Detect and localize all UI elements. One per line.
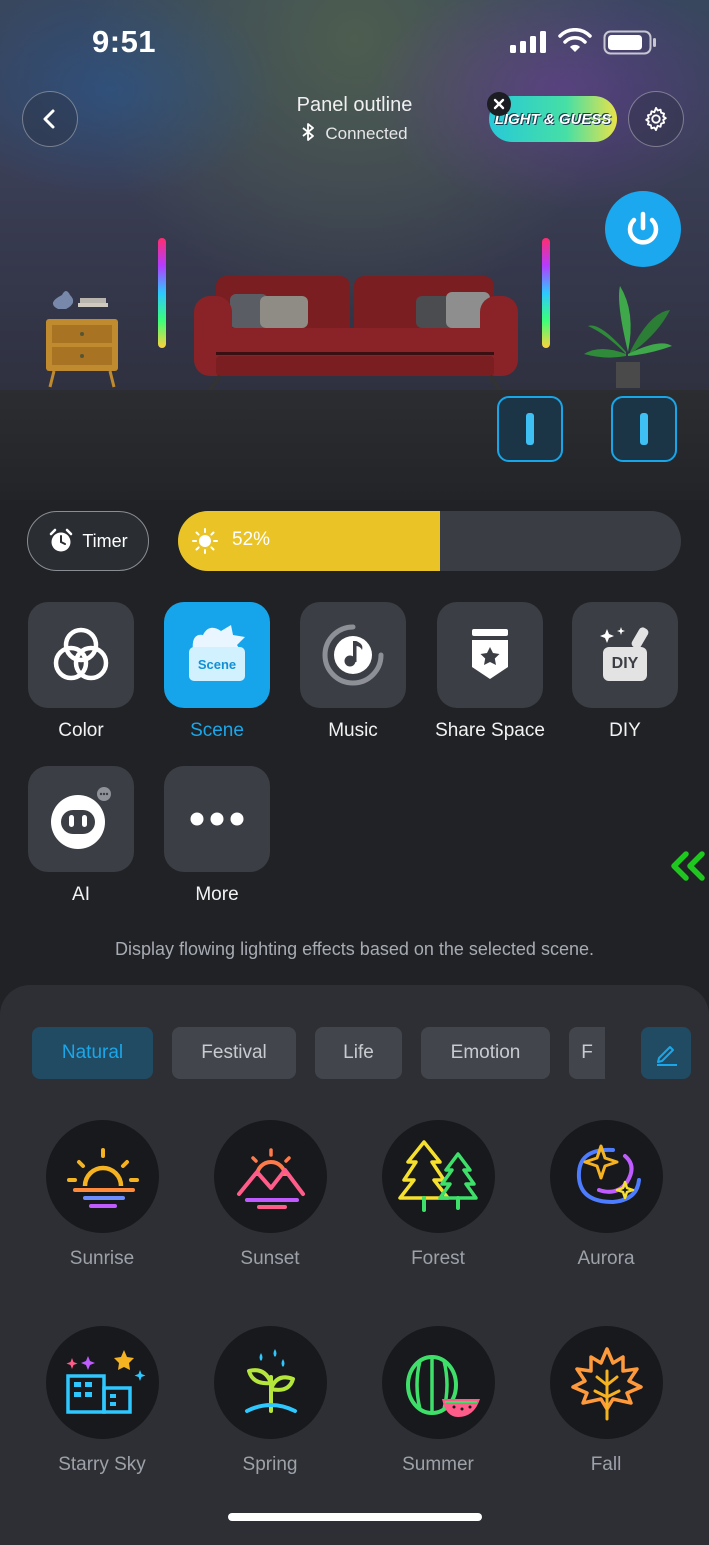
power-icon <box>627 211 659 245</box>
scene-sunrise-button[interactable] <box>46 1120 159 1233</box>
edit-tabs-button[interactable] <box>641 1027 691 1079</box>
mode-more-button[interactable] <box>164 766 270 872</box>
light-bar-right <box>542 238 550 348</box>
left-light-bar-toggle[interactable] <box>497 396 563 462</box>
timer-button[interactable]: Timer <box>27 511 149 571</box>
mode-share-space-button[interactable] <box>437 602 543 708</box>
share-space-icon <box>472 629 508 679</box>
timer-label: Timer <box>82 530 128 551</box>
scene-icon-text: Scene <box>189 647 245 681</box>
forest-icon <box>397 1139 478 1212</box>
battery-icon <box>603 30 656 55</box>
fall-icon <box>570 1346 643 1420</box>
side-table-illustration <box>46 291 118 388</box>
power-button[interactable] <box>605 191 681 267</box>
mode-scene-button[interactable]: Scene <box>164 602 270 708</box>
mode-music-label: Music <box>328 720 378 741</box>
scene-sunrise-label: Sunrise <box>69 1248 135 1269</box>
mode-ai-label: AI <box>72 884 90 905</box>
scene-fall-label: Fall <box>590 1454 622 1475</box>
gear-icon <box>645 106 667 132</box>
scene-forest-button[interactable] <box>382 1120 495 1233</box>
mode-music-button[interactable] <box>300 602 406 708</box>
sun-icon <box>192 528 218 554</box>
color-circles-icon <box>53 627 109 681</box>
collapse-arrow-icon[interactable] <box>668 850 708 884</box>
scene-icon: Scene <box>185 623 249 687</box>
pencil-icon <box>657 1046 677 1066</box>
sunrise-icon <box>66 1147 139 1208</box>
scene-spring-button[interactable] <box>214 1326 327 1439</box>
close-promo-button[interactable] <box>487 92 511 116</box>
mode-more-label: More <box>195 884 239 905</box>
plant-illustration <box>584 286 672 388</box>
scene-fall-button[interactable] <box>550 1326 663 1439</box>
tab-emotion[interactable]: Emotion <box>421 1027 550 1079</box>
mode-share-space-label: Share Space <box>435 720 545 741</box>
scene-forest-label: Forest <box>411 1248 465 1269</box>
alarm-clock-icon <box>50 528 73 552</box>
mode-scene-label: Scene <box>190 720 244 741</box>
scene-aurora-label: Aurora <box>577 1248 635 1269</box>
brightness-slider[interactable]: 52% <box>178 511 681 571</box>
mode-diy-label: DIY <box>609 720 641 741</box>
tab-life[interactable]: Life <box>315 1027 402 1079</box>
close-icon <box>493 98 505 110</box>
settings-button[interactable] <box>628 91 684 147</box>
sunset-icon <box>236 1147 305 1209</box>
scene-starry-sky-label: Starry Sky <box>58 1454 146 1475</box>
mode-color-label: Color <box>58 720 104 741</box>
connection-label: Connected <box>325 124 408 143</box>
wifi-icon <box>558 28 592 52</box>
home-indicator <box>228 1513 482 1521</box>
more-dots-icon <box>190 812 244 826</box>
right-light-bar-toggle[interactable] <box>611 396 677 462</box>
light-bar-icon <box>640 413 648 445</box>
floor-area <box>0 390 709 500</box>
starry-sky-icon <box>65 1349 145 1414</box>
summer-icon <box>405 1354 480 1417</box>
scene-sunset-button[interactable] <box>214 1120 327 1233</box>
scene-aurora-button[interactable] <box>550 1120 663 1233</box>
mode-diy-button[interactable]: DIY <box>572 602 678 708</box>
status-time: 9:51 <box>92 24 157 59</box>
diy-icon: DIY <box>595 625 655 685</box>
sofa-illustration <box>194 276 518 390</box>
scene-sunset-label: Sunset <box>240 1248 300 1269</box>
scene-summer-button[interactable] <box>382 1326 495 1439</box>
light-bar-icon <box>526 413 534 445</box>
spring-icon <box>244 1348 297 1413</box>
tab-festival[interactable]: Festival <box>172 1027 296 1079</box>
promo-label: LIGHT & GUESS <box>494 110 612 128</box>
tab-partial[interactable]: F <box>569 1027 605 1079</box>
brightness-label: 52% <box>232 529 271 550</box>
scene-description: Display flowing lighting effects based o… <box>115 939 594 959</box>
music-icon <box>322 624 384 686</box>
scene-spring-label: Spring <box>242 1454 298 1475</box>
light-bar-left <box>158 238 166 348</box>
aurora-icon <box>576 1144 641 1204</box>
bluetooth-icon <box>302 123 315 141</box>
diy-icon-text: DIY <box>603 647 647 681</box>
ai-robot-icon <box>51 787 111 849</box>
signal-icon <box>510 31 546 53</box>
scene-summer-label: Summer <box>402 1454 474 1475</box>
tab-natural[interactable]: Natural <box>32 1027 153 1079</box>
mode-color-button[interactable] <box>28 602 134 708</box>
mode-ai-button[interactable] <box>28 766 134 872</box>
scene-starry-sky-button[interactable] <box>46 1326 159 1439</box>
